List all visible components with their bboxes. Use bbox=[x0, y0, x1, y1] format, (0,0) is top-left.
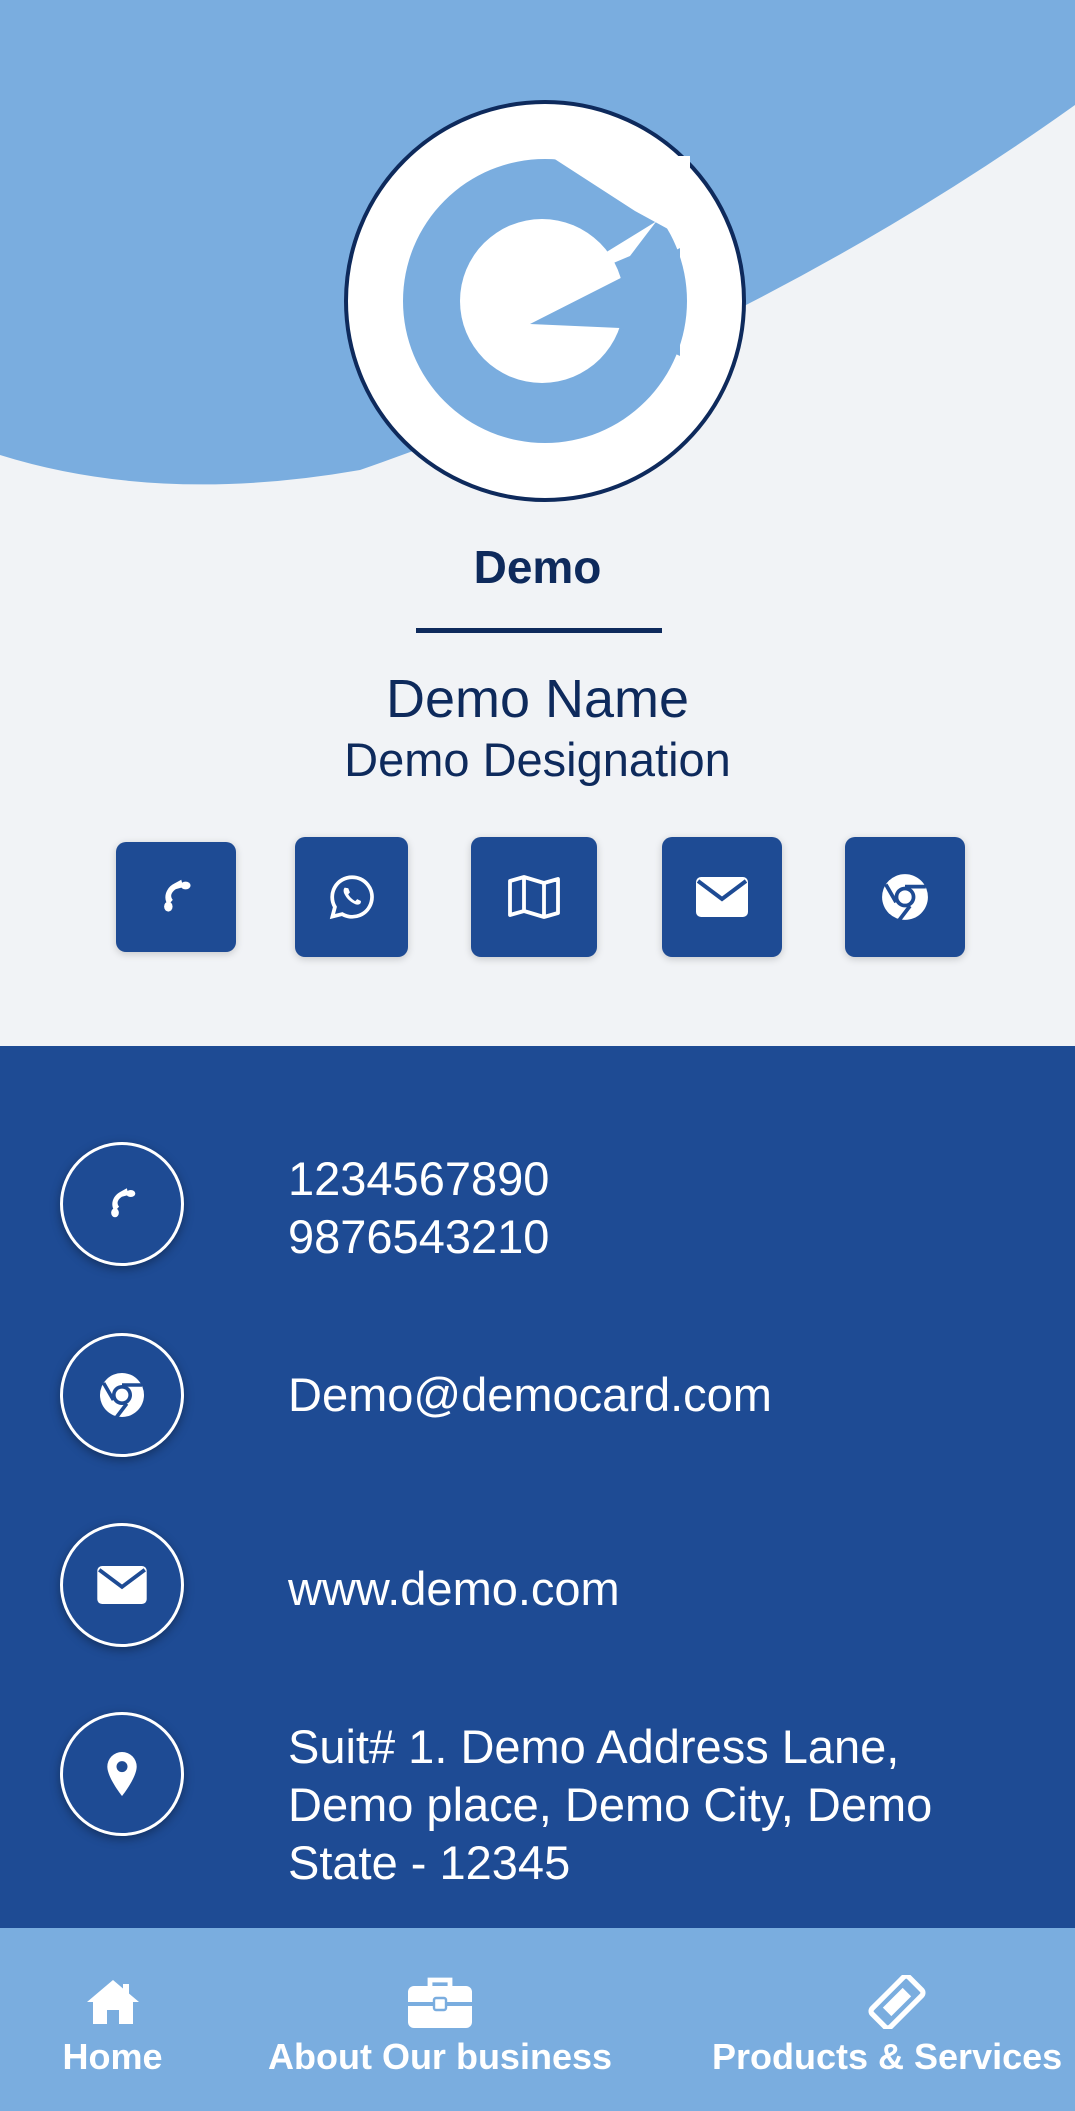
envelope-icon bbox=[97, 1566, 147, 1604]
envelope-icon bbox=[696, 877, 748, 917]
whatsapp-icon bbox=[329, 875, 374, 920]
phone-number-1[interactable]: 1234567890 bbox=[288, 1150, 549, 1208]
contact-address[interactable]: Suit# 1. Demo Address Lane, Demo place, … bbox=[288, 1718, 932, 1892]
map-pin-icon bbox=[107, 1752, 137, 1796]
company-name: Demo bbox=[473, 541, 602, 593]
address-line-1: Suit# 1. Demo Address Lane, bbox=[288, 1720, 900, 1773]
chrome-icon bbox=[882, 874, 928, 922]
contact-email-icon-wrap[interactable] bbox=[60, 1333, 184, 1457]
contact-address-icon-wrap[interactable] bbox=[60, 1712, 184, 1836]
nav-home[interactable]: Home bbox=[40, 1928, 185, 2111]
company-logo bbox=[344, 100, 746, 502]
ticket-icon bbox=[867, 1974, 927, 2030]
chrome-icon bbox=[100, 1373, 144, 1419]
g-logo-icon bbox=[403, 156, 690, 443]
phone-icon bbox=[164, 879, 191, 912]
contact-website[interactable]: www.demo.com bbox=[288, 1560, 620, 1618]
contact-email[interactable]: Demo@democard.com bbox=[288, 1366, 772, 1424]
hero-section: Demo Demo Name Demo Designation bbox=[0, 0, 1075, 1046]
call-button[interactable] bbox=[116, 842, 236, 952]
person-name: Demo Name bbox=[385, 669, 690, 729]
address-line-2: Demo place, Demo City, Demo bbox=[288, 1778, 933, 1831]
bottom-navigation: Home About Our business Products & Servi… bbox=[0, 1928, 1075, 2111]
nav-products-label: Products & Services bbox=[712, 2036, 1063, 2077]
phone-number-2[interactable]: 9876543210 bbox=[288, 1208, 549, 1266]
nav-home-label: Home bbox=[62, 2036, 163, 2077]
nav-products[interactable]: Products & Services bbox=[712, 1928, 1075, 2111]
contact-phone-numbers: 1234567890 9876543210 bbox=[288, 1150, 549, 1266]
contact-phone-icon-wrap[interactable] bbox=[60, 1142, 184, 1266]
home-icon bbox=[85, 1974, 141, 2030]
nav-about[interactable]: About Our business bbox=[250, 1928, 630, 2111]
contact-details: 1234567890 9876543210 Demo@democard.com … bbox=[0, 1046, 1075, 1928]
title-divider bbox=[416, 628, 662, 633]
person-designation: Demo Designation bbox=[344, 733, 731, 786]
contact-website-icon-wrap[interactable] bbox=[60, 1523, 184, 1647]
map-button[interactable] bbox=[471, 837, 597, 957]
address-line-3: State - 12345 bbox=[288, 1836, 571, 1889]
phone-icon bbox=[111, 1188, 136, 1218]
website-button[interactable] bbox=[845, 837, 965, 957]
briefcase-icon bbox=[408, 1974, 472, 2030]
map-icon bbox=[508, 875, 560, 919]
nav-about-label: About Our business bbox=[267, 2036, 613, 2077]
email-button[interactable] bbox=[662, 837, 782, 957]
whatsapp-button[interactable] bbox=[295, 837, 408, 957]
